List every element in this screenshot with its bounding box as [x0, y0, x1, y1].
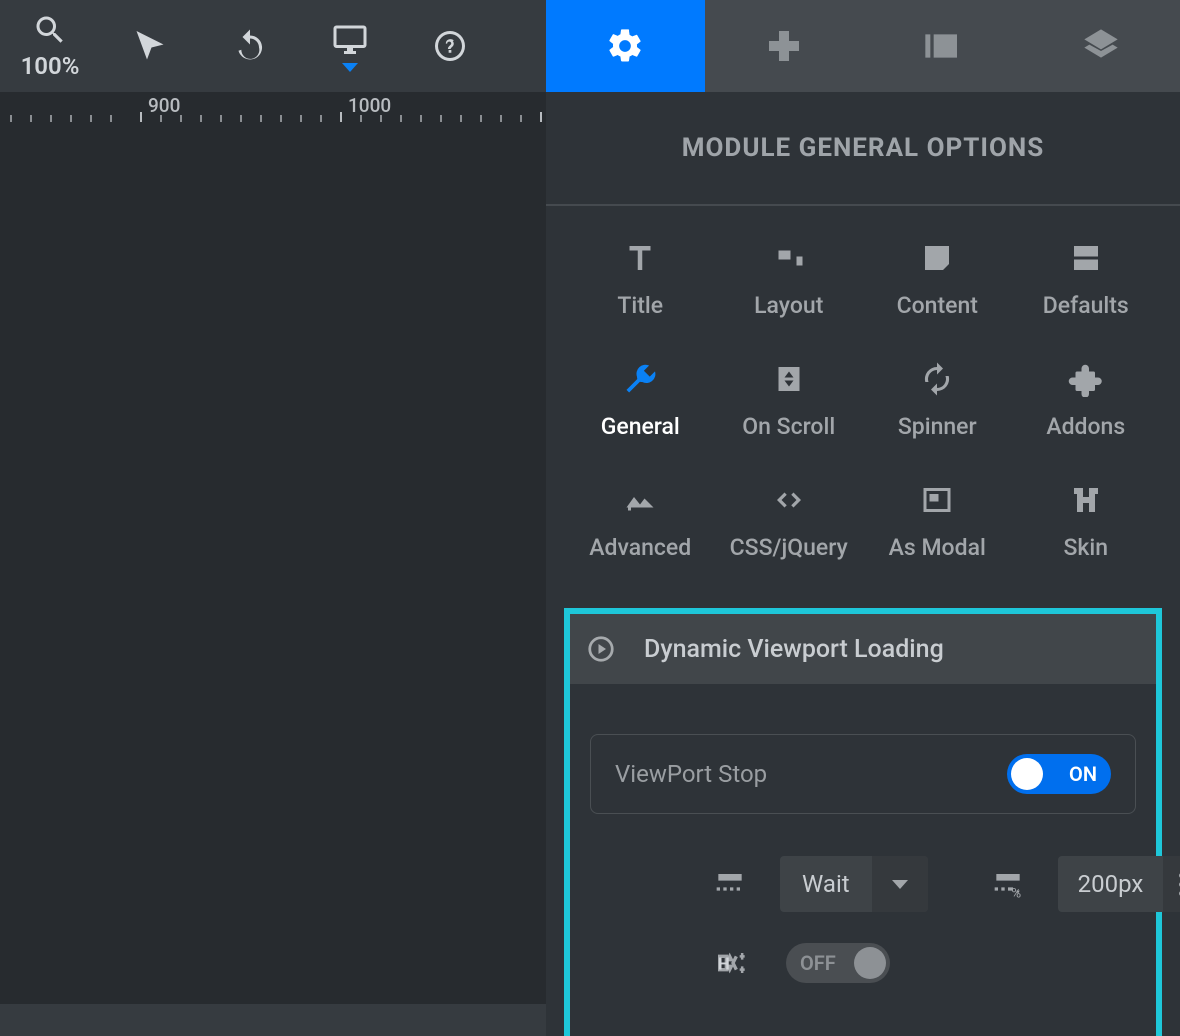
help-tool[interactable] — [400, 0, 500, 92]
tab-navigation[interactable] — [705, 0, 864, 92]
dpad-icon — [764, 26, 804, 66]
defaults-icon — [1068, 240, 1104, 276]
toggle-off-label: OFF — [800, 951, 836, 975]
content-icon — [919, 240, 955, 276]
offset-value: 200px — [1058, 856, 1164, 912]
offset-input[interactable]: 200px — [1058, 856, 1180, 912]
toggle-knob — [1011, 758, 1043, 790]
wait-select-caret — [872, 856, 928, 912]
svg-text:%: % — [1011, 886, 1021, 901]
tab-slides[interactable] — [863, 0, 1022, 92]
zoom-label: 100% — [21, 52, 80, 80]
section-defaults[interactable]: Defaults — [1012, 240, 1161, 319]
bottom-bar — [0, 1004, 546, 1036]
option-row-1: Wait % 200px — [710, 856, 1136, 912]
card-body: ViewPort Stop ON Wait — [570, 684, 1156, 1036]
section-on-scroll[interactable]: On Scroll — [715, 361, 864, 440]
tab-settings[interactable] — [546, 0, 705, 92]
section-grid: Title Layout Content Defaults General On… — [546, 206, 1180, 605]
panel-title: MODULE GENERAL OPTIONS — [682, 133, 1045, 163]
help-icon — [432, 28, 468, 64]
undo-icon — [232, 28, 268, 64]
section-spinner[interactable]: Spinner — [863, 361, 1012, 440]
right-panel: MODULE GENERAL OPTIONS Title Layout Cont… — [546, 0, 1180, 1036]
card-title: Dynamic Viewport Loading — [644, 635, 944, 664]
dynamic-viewport-loading-card: Dynamic Viewport Loading ViewPort Stop O… — [564, 608, 1162, 1036]
section-label: General — [601, 413, 680, 440]
gear-icon — [605, 26, 645, 66]
section-label: As Modal — [889, 534, 986, 561]
wait-select[interactable]: Wait — [780, 856, 928, 912]
section-label: On Scroll — [742, 413, 835, 440]
section-label: Addons — [1046, 413, 1125, 440]
wrench-icon — [622, 361, 658, 397]
section-title[interactable]: Title — [566, 240, 715, 319]
cursor-tool[interactable] — [100, 0, 200, 92]
card-header[interactable]: Dynamic Viewport Loading — [570, 614, 1156, 684]
slides-icon — [922, 26, 962, 66]
section-label: Defaults — [1043, 292, 1129, 319]
section-label: Advanced — [589, 534, 691, 561]
zoom-tool[interactable]: 100% — [0, 0, 100, 92]
desktop-icon — [332, 21, 368, 57]
toggle-on-label: ON — [1069, 762, 1097, 786]
skin-icon — [1068, 482, 1104, 518]
undo-tool[interactable] — [200, 0, 300, 92]
editor-canvas[interactable] — [0, 122, 546, 1004]
cursor-icon — [132, 28, 168, 64]
zoom-icon — [32, 12, 68, 48]
section-skin[interactable]: Skin — [1012, 482, 1161, 561]
viewport-stop-toggle[interactable]: ON — [1007, 754, 1111, 794]
section-general[interactable]: General — [566, 361, 715, 440]
wait-select-value: Wait — [780, 870, 872, 898]
ruler-mark-1000: 1000 — [348, 94, 391, 117]
toggle-knob — [854, 947, 886, 979]
viewport-stop-field: ViewPort Stop ON — [590, 734, 1136, 814]
option-rows: Wait % 200px H — [590, 856, 1136, 986]
tab-layers[interactable] — [1022, 0, 1180, 92]
section-layout[interactable]: Layout — [715, 240, 864, 319]
height-icon: H — [710, 940, 756, 986]
option-row-2: H OFF — [710, 940, 1136, 986]
section-addons[interactable]: Addons — [1012, 361, 1161, 440]
section-label: Layout — [754, 292, 823, 319]
addons-icon — [1068, 361, 1104, 397]
on-scroll-icon — [771, 361, 807, 397]
section-as-modal[interactable]: As Modal — [863, 482, 1012, 561]
advanced-icon — [622, 482, 658, 518]
spinner-icon — [919, 361, 955, 397]
title-icon — [622, 240, 658, 276]
device-tool[interactable] — [300, 0, 400, 92]
panel-tabs — [546, 0, 1180, 92]
top-toolbar: 100% — [0, 0, 546, 92]
section-label: Title — [617, 292, 663, 319]
section-label: Spinner — [898, 413, 977, 440]
layers-icon — [1081, 26, 1121, 66]
panel-header: MODULE GENERAL OPTIONS — [546, 92, 1180, 206]
section-label: CSS/jQuery — [730, 534, 848, 561]
ruler: 900 1000 — [0, 92, 546, 122]
section-advanced[interactable]: Advanced — [566, 482, 715, 561]
code-icon — [771, 482, 807, 518]
section-label: Content — [897, 292, 978, 319]
ruler-mark-900: 900 — [148, 94, 180, 117]
layout-icon — [771, 240, 807, 276]
viewport-stop-label: ViewPort Stop — [615, 760, 767, 788]
modal-icon — [919, 482, 955, 518]
section-content[interactable]: Content — [863, 240, 1012, 319]
svg-text:H: H — [718, 956, 730, 975]
section-css-jquery[interactable]: CSS/jQuery — [715, 482, 864, 561]
height-toggle[interactable]: OFF — [786, 943, 890, 983]
play-circle-icon — [586, 634, 616, 664]
offset-more-button[interactable] — [1163, 856, 1180, 912]
viewport-mode-icon — [710, 861, 750, 907]
section-label: Skin — [1063, 534, 1108, 561]
offset-icon: % — [988, 861, 1028, 907]
